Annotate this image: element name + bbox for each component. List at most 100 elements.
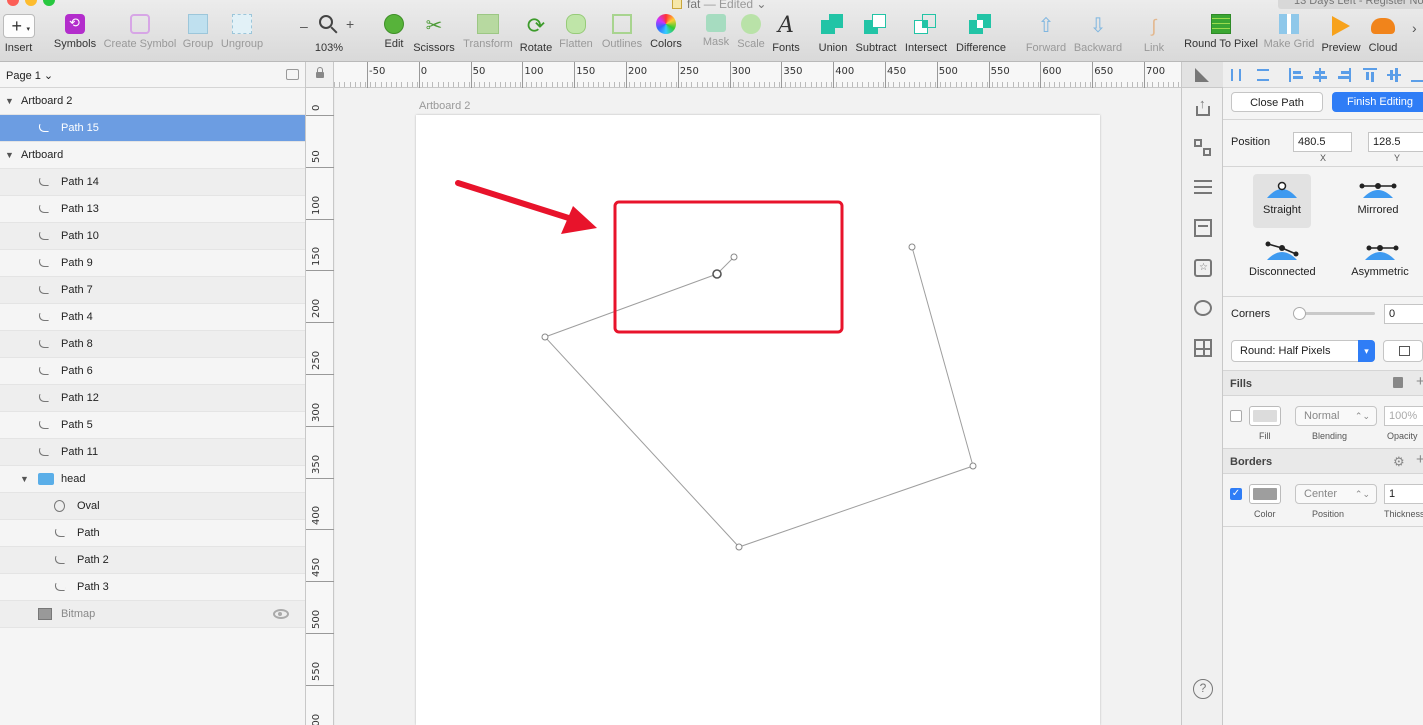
fill-enabled-checkbox[interactable]: [1230, 410, 1242, 422]
layer-row[interactable]: Path 10: [0, 223, 305, 250]
symbols-button[interactable]: ⟲ Symbols: [52, 14, 98, 50]
export-icon[interactable]: ↑: [1193, 96, 1213, 118]
preview-button[interactable]: Preview: [1320, 14, 1362, 54]
swap-icon[interactable]: [1193, 138, 1213, 158]
make-grid-button[interactable]: Make Grid: [1263, 14, 1315, 50]
collapse-pages-icon[interactable]: [286, 69, 299, 80]
lock-rulers-icon[interactable]: [306, 62, 334, 88]
disclosure-triangle-icon[interactable]: ▼: [5, 142, 14, 169]
layer-row[interactable]: Oval: [0, 493, 305, 520]
layer-row[interactable]: Path 6: [0, 358, 305, 385]
align-center-icon[interactable]: [1313, 68, 1327, 82]
point-type-straight[interactable]: Straight: [1249, 178, 1315, 216]
layout-icon[interactable]: [1193, 218, 1213, 238]
layer-artboard[interactable]: ▼ Artboard 2: [0, 88, 305, 115]
layer-row[interactable]: Path 15: [0, 115, 305, 142]
transform-button[interactable]: Transform: [462, 14, 514, 50]
close-path-button[interactable]: Close Path: [1231, 92, 1323, 112]
align-top-icon[interactable]: [1363, 68, 1377, 82]
edit-button[interactable]: Edit: [381, 14, 407, 50]
outlines-button[interactable]: Outlines: [600, 14, 644, 50]
group-button[interactable]: Group: [182, 14, 214, 50]
distribute-vertical-icon[interactable]: [1257, 69, 1269, 81]
rounding-select[interactable]: Round: Half Pixels ▾: [1231, 340, 1375, 362]
pixel-fit-button[interactable]: [1383, 340, 1423, 362]
layer-group[interactable]: ▼ head: [0, 466, 305, 493]
layer-row[interactable]: Path 9: [0, 250, 305, 277]
disclosure-triangle-icon[interactable]: ▼: [5, 88, 14, 115]
y-position-input[interactable]: 128.5: [1368, 132, 1423, 152]
align-right-icon[interactable]: [1337, 68, 1351, 82]
layer-row[interactable]: Path 11: [0, 439, 305, 466]
help-icon[interactable]: ?: [1193, 679, 1213, 699]
add-border-icon[interactable]: +: [1416, 451, 1423, 468]
trial-notice[interactable]: 13 Days Left - Register Now: [1278, 0, 1423, 9]
create-symbol-button[interactable]: Create Symbol: [103, 14, 177, 50]
border-color-swatch[interactable]: [1249, 484, 1281, 504]
round-to-pixel-button[interactable]: Round To Pixel: [1184, 14, 1258, 50]
corners-slider-track[interactable]: [1295, 312, 1375, 315]
union-button[interactable]: Union: [817, 14, 849, 54]
zoom-control[interactable]: – + 103%: [300, 14, 358, 54]
layer-artboard[interactable]: ▼ Artboard: [0, 142, 305, 169]
style-icon[interactable]: ☆: [1193, 258, 1213, 278]
scissors-button[interactable]: ✂ Scissors: [413, 14, 455, 54]
fill-color-swatch[interactable]: [1249, 406, 1281, 426]
rotate-button[interactable]: ⟳ Rotate: [519, 14, 553, 55]
point-type-disconnected[interactable]: Disconnected: [1249, 240, 1316, 278]
layer-row[interactable]: Path 14: [0, 169, 305, 196]
point-type-mirrored[interactable]: Mirrored: [1345, 178, 1411, 216]
ungroup-button[interactable]: Ungroup: [220, 14, 264, 50]
align-middle-icon[interactable]: [1387, 68, 1401, 82]
fill-blending-select[interactable]: Normal ⌃⌄: [1295, 406, 1377, 426]
list-view-icon[interactable]: [1193, 178, 1213, 198]
selected-vertex[interactable]: [712, 269, 722, 279]
gear-icon[interactable]: ⚙: [1393, 454, 1405, 470]
trash-icon[interactable]: [1393, 377, 1403, 388]
layer-row[interactable]: Path 13: [0, 196, 305, 223]
vertex-point[interactable]: [969, 462, 977, 470]
x-position-input[interactable]: 480.5: [1293, 132, 1352, 152]
cloud-button[interactable]: Cloud: [1366, 14, 1400, 54]
link-button[interactable]: ∫ Link: [1140, 14, 1168, 54]
layer-row[interactable]: Path 3: [0, 574, 305, 601]
horizontal-ruler[interactable]: -50 0 50 100 150 200 250 300 350 400 450 500 550 600 6…: [334, 62, 1181, 88]
align-bottom-icon[interactable]: [1411, 68, 1423, 82]
disclosure-triangle-icon[interactable]: ▼: [20, 466, 29, 493]
layer-row[interactable]: Path: [0, 520, 305, 547]
layer-row[interactable]: Path 2: [0, 547, 305, 574]
layer-row[interactable]: Path 7: [0, 277, 305, 304]
align-left-icon[interactable]: [1289, 68, 1303, 82]
subtract-button[interactable]: Subtract: [855, 14, 897, 54]
minimize-window-button[interactable]: [25, 0, 37, 6]
vertical-ruler[interactable]: 0 50 100 150 200 250 300 350 400 450 500 550 600: [306, 88, 334, 725]
layer-row[interactable]: Path 8: [0, 331, 305, 358]
finish-editing-button[interactable]: Finish Editing: [1332, 92, 1423, 112]
control-handle-point[interactable]: [730, 253, 738, 261]
canvas[interactable]: Artboard 2: [335, 88, 1181, 725]
vertex-point[interactable]: [735, 543, 743, 551]
vertex-point[interactable]: [541, 333, 549, 341]
backward-button[interactable]: ⇩ Backward: [1073, 14, 1123, 54]
zoom-window-button[interactable]: [43, 0, 55, 6]
fonts-button[interactable]: A Fonts: [770, 14, 802, 55]
difference-button[interactable]: Difference: [955, 14, 1007, 54]
vertex-point[interactable]: [908, 243, 916, 251]
distribute-horizontal-icon[interactable]: [1231, 69, 1241, 81]
grid-settings-icon[interactable]: [1193, 338, 1213, 358]
corners-input[interactable]: 0: [1384, 304, 1423, 324]
layer-row[interactable]: Path 4: [0, 304, 305, 331]
border-enabled-checkbox[interactable]: ✓: [1230, 488, 1242, 500]
border-thickness-input[interactable]: 1: [1384, 484, 1423, 504]
flatten-button[interactable]: Flatten: [558, 14, 594, 50]
mask-button[interactable]: Mask: [701, 14, 731, 48]
page-name[interactable]: Page 1 ⌄: [6, 69, 53, 82]
inspector-tab-active[interactable]: [1182, 62, 1223, 88]
add-fill-icon[interactable]: +: [1416, 373, 1423, 390]
path-15-outline[interactable]: [544, 246, 974, 548]
visibility-eye-icon[interactable]: [273, 609, 289, 619]
close-window-button[interactable]: [7, 0, 19, 6]
toolbar-overflow-icon[interactable]: ›: [1412, 20, 1417, 36]
palette-icon[interactable]: [1193, 298, 1213, 318]
scale-button[interactable]: Scale: [736, 14, 766, 50]
